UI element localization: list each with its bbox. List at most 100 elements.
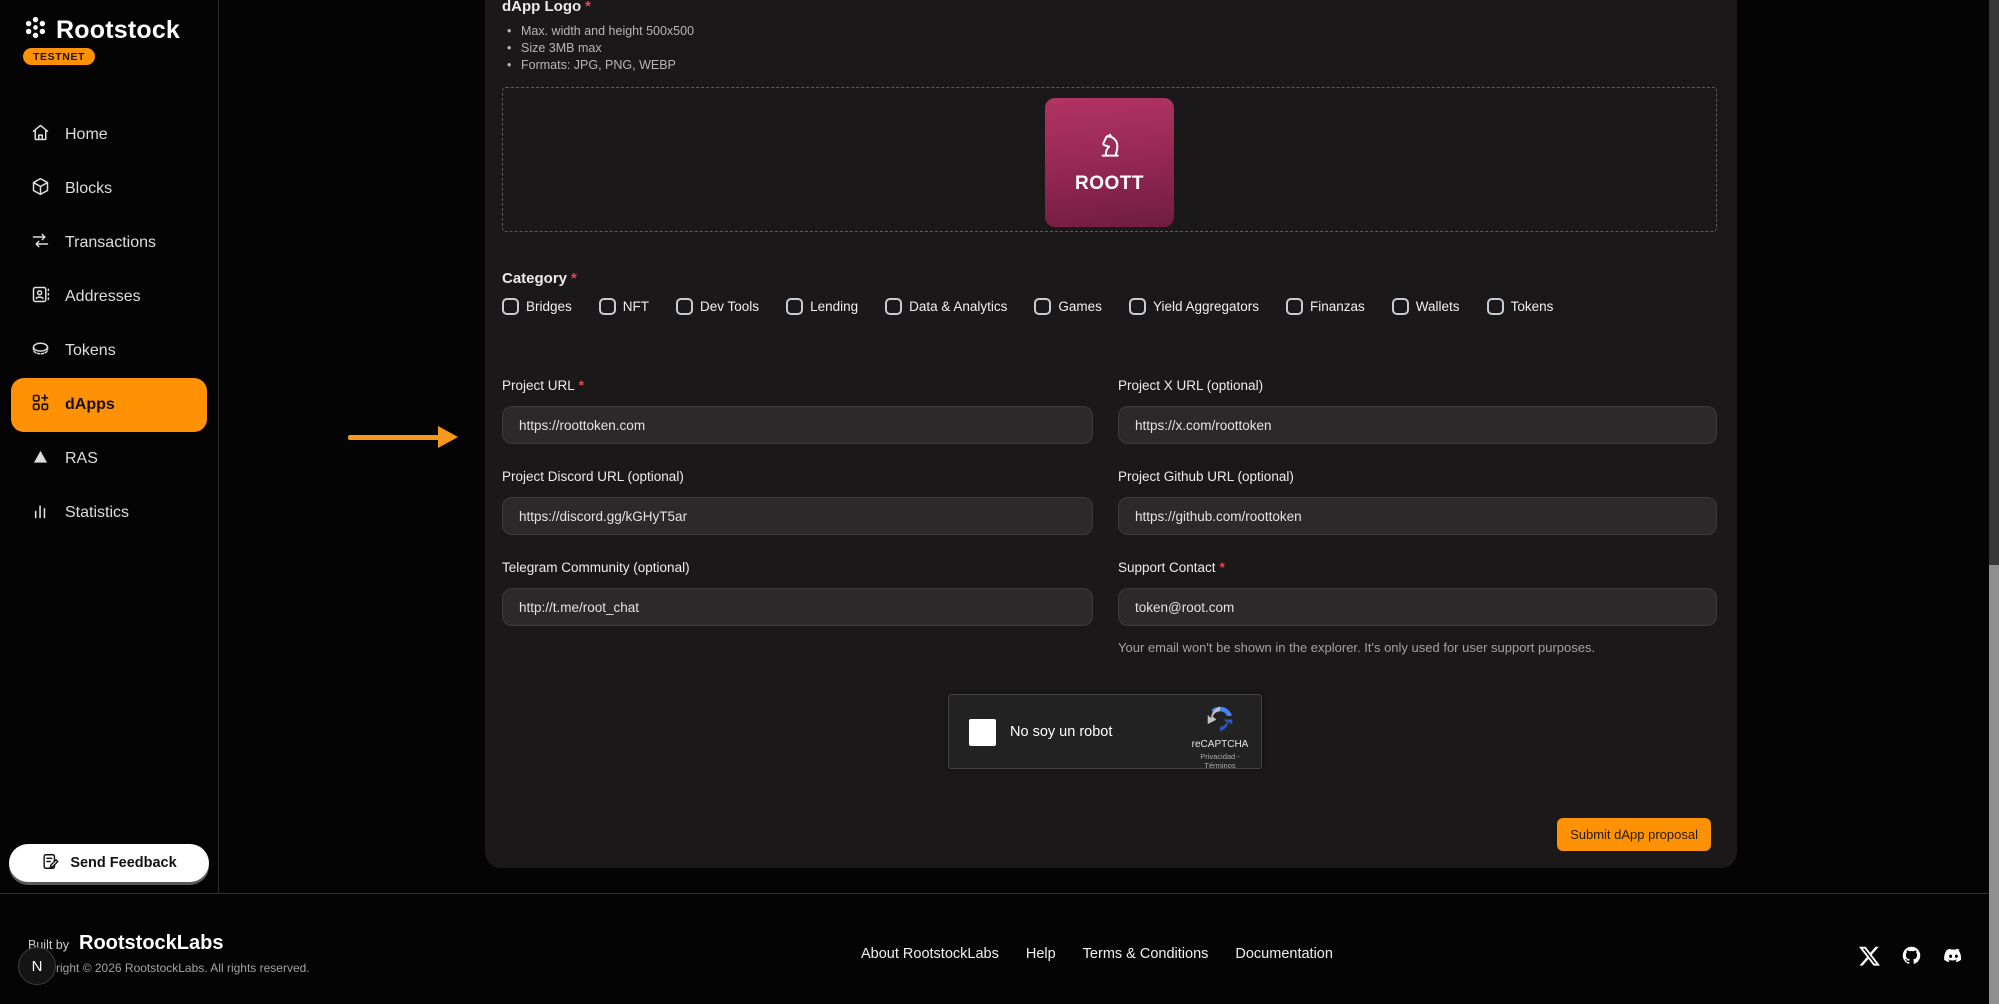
- required-asterisk: *: [579, 378, 584, 393]
- field-project-x-url: Project X URL (optional): [1118, 378, 1717, 444]
- project-discord-url-input[interactable]: [502, 497, 1093, 535]
- checkbox[interactable]: [786, 298, 803, 315]
- submit-dapp-proposal-button[interactable]: Submit dApp proposal: [1557, 818, 1711, 851]
- sidebar-item-label: Statistics: [65, 504, 129, 522]
- category-checkbox-dev-tools[interactable]: Dev Tools: [676, 298, 759, 315]
- triangle-icon: [30, 446, 51, 472]
- project-github-url-input[interactable]: [1118, 497, 1717, 535]
- category-checkbox-finanzas[interactable]: Finanzas: [1286, 298, 1365, 315]
- sidebar-item-dapps[interactable]: dApps: [11, 378, 207, 432]
- sidebar-item-label: Addresses: [65, 288, 141, 306]
- logo-requirement: Size 3MB max: [507, 40, 694, 57]
- category-checkbox-tokens[interactable]: Tokens: [1487, 298, 1554, 315]
- field-telegram-community: Telegram Community (optional): [502, 560, 1093, 655]
- support-contact-helper-text: Your email won't be shown in the explore…: [1118, 640, 1717, 655]
- checkbox[interactable]: [1392, 298, 1409, 315]
- sidebar-item-blocks[interactable]: Blocks: [11, 162, 207, 216]
- recaptcha-checkbox[interactable]: [969, 719, 996, 746]
- telegram-community-input[interactable]: [502, 588, 1093, 626]
- arrow-shaft: [348, 435, 441, 440]
- logo-upload-dropzone[interactable]: ROOTT: [502, 87, 1717, 232]
- rootstock-flower-icon: [22, 14, 49, 46]
- category-label: Category*: [502, 270, 577, 287]
- recaptcha-privacy-terms-links[interactable]: Privacidad - Términos: [1189, 752, 1251, 770]
- field-label: Project Discord URL (optional): [502, 469, 1093, 484]
- dapp-proposal-card: dApp Logo* Max. width and height 500x500…: [485, 0, 1737, 868]
- logo-requirement: Formats: JPG, PNG, WEBP: [507, 57, 694, 74]
- sidebar-nav: Home Blocks Transactions Addresses Token…: [0, 108, 218, 540]
- required-asterisk: *: [585, 0, 591, 15]
- field-project-discord-url: Project Discord URL (optional): [502, 469, 1093, 535]
- footer: Built by RootstockLabs Copyright © 2026 …: [0, 893, 1999, 1004]
- sidebar-item-label: Tokens: [65, 342, 116, 360]
- sidebar-item-transactions[interactable]: Transactions: [11, 216, 207, 270]
- brand-logo[interactable]: Rootstock: [22, 14, 180, 46]
- recaptcha-icon: [1203, 723, 1237, 740]
- recaptcha-widget: No soy un robot reCAPTCHA Privacidad - T…: [948, 694, 1262, 769]
- checkbox[interactable]: [502, 298, 519, 315]
- sidebar-item-label: Transactions: [65, 234, 156, 252]
- sidebar-item-label: RAS: [65, 450, 98, 468]
- home-icon: [30, 122, 51, 148]
- sidebar-item-label: Home: [65, 126, 108, 144]
- arrow-head: [438, 426, 458, 448]
- send-feedback-button[interactable]: Send Feedback: [9, 844, 209, 882]
- category-checkbox-data-analytics[interactable]: Data & Analytics: [885, 298, 1007, 315]
- contact-card-icon: [30, 284, 51, 310]
- copyright-text: Copyright © 2026 RootstockLabs. All righ…: [28, 961, 310, 975]
- recaptcha-brand-label: reCAPTCHA: [1189, 739, 1251, 750]
- scrollbar-thumb[interactable]: [1989, 565, 1999, 1004]
- field-label: Project URL*: [502, 378, 1093, 393]
- field-label: Telegram Community (optional): [502, 560, 1093, 575]
- logo-requirement: Max. width and height 500x500: [507, 23, 694, 40]
- footer-link-about-rootstocklabs[interactable]: About RootstockLabs: [861, 946, 999, 962]
- sidebar-item-statistics[interactable]: Statistics: [11, 486, 207, 540]
- required-asterisk: *: [571, 270, 577, 287]
- support-contact-input[interactable]: [1118, 588, 1717, 626]
- testnet-badge: TESTNET: [23, 48, 95, 65]
- grid-plus-icon: [30, 392, 51, 418]
- checkbox[interactable]: [1487, 298, 1504, 315]
- checkbox[interactable]: [599, 298, 616, 315]
- coin-icon: [30, 338, 51, 364]
- sidebar-item-tokens[interactable]: Tokens: [11, 324, 207, 378]
- field-support-contact: Support Contact* Your email won't be sho…: [1118, 560, 1717, 655]
- category-checkbox-row: Bridges NFT Dev Tools Lending Data & Ana…: [502, 298, 1553, 315]
- category-checkbox-nft[interactable]: NFT: [599, 298, 649, 315]
- footer-link-terms-conditions[interactable]: Terms & Conditions: [1083, 946, 1209, 962]
- built-by-brand[interactable]: RootstockLabs: [79, 932, 223, 955]
- github-icon[interactable]: [1901, 945, 1922, 971]
- sidebar-item-addresses[interactable]: Addresses: [11, 270, 207, 324]
- project-url-input[interactable]: [502, 406, 1093, 444]
- recaptcha-checkbox-label: No soy un robot: [1010, 724, 1112, 740]
- bar-chart-icon: [30, 500, 51, 526]
- checkbox[interactable]: [676, 298, 693, 315]
- send-feedback-label: Send Feedback: [70, 855, 176, 871]
- footer-link-documentation[interactable]: Documentation: [1235, 946, 1333, 962]
- x-icon[interactable]: [1859, 945, 1880, 971]
- field-label: Support Contact*: [1118, 560, 1717, 575]
- checkbox[interactable]: [1129, 298, 1146, 315]
- field-project-github-url: Project Github URL (optional): [1118, 469, 1717, 535]
- category-checkbox-wallets[interactable]: Wallets: [1392, 298, 1460, 315]
- category-checkbox-yield-aggregators[interactable]: Yield Aggregators: [1129, 298, 1259, 315]
- logo-requirements-list: Max. width and height 500x500 Size 3MB m…: [507, 23, 694, 74]
- built-by: Built by RootstockLabs: [28, 932, 223, 955]
- feedback-note-icon: [41, 852, 60, 875]
- category-checkbox-bridges[interactable]: Bridges: [502, 298, 572, 315]
- discord-icon[interactable]: [1943, 945, 1964, 971]
- checkbox[interactable]: [885, 298, 902, 315]
- n-overlay-badge[interactable]: N: [18, 947, 56, 985]
- swap-arrows-icon: [30, 230, 51, 256]
- sidebar-item-home[interactable]: Home: [11, 108, 207, 162]
- category-checkbox-games[interactable]: Games: [1034, 298, 1102, 315]
- sidebar: Rootstock TESTNET Home Blocks Transactio…: [0, 0, 219, 893]
- footer-link-help[interactable]: Help: [1026, 946, 1056, 962]
- checkbox[interactable]: [1286, 298, 1303, 315]
- category-checkbox-lending[interactable]: Lending: [786, 298, 858, 315]
- annotation-arrow: [348, 426, 458, 448]
- project-x-url-input[interactable]: [1118, 406, 1717, 444]
- sidebar-item-ras[interactable]: RAS: [11, 432, 207, 486]
- checkbox[interactable]: [1034, 298, 1051, 315]
- brand-name: Rootstock: [56, 16, 180, 45]
